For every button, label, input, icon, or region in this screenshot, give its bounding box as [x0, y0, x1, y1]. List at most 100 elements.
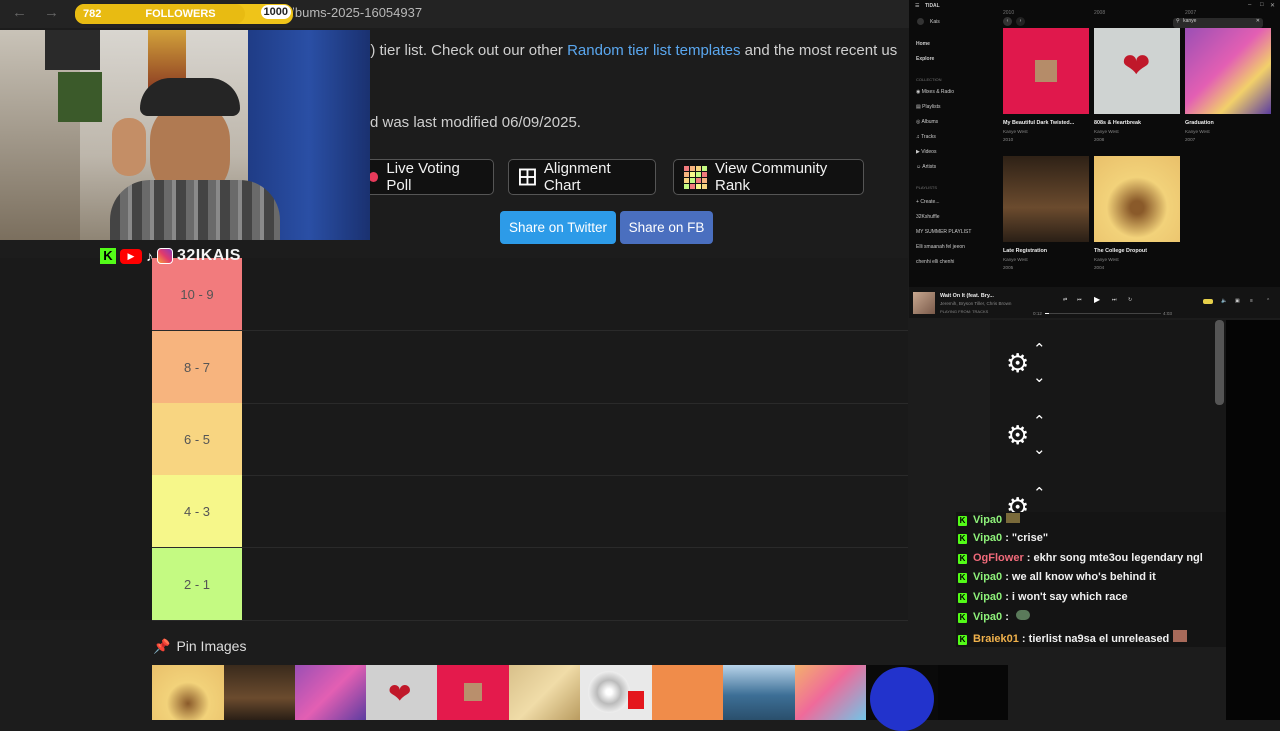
tidal-album-year: 2010 [1003, 137, 1014, 142]
album-thumb-808s[interactable]: ❤ [366, 665, 438, 720]
album-icon: ◎ [916, 119, 921, 125]
user-avatar[interactable] [917, 18, 924, 25]
scrollbar-thumb[interactable] [1215, 320, 1224, 405]
tidal-album-title[interactable]: 808s & Heartbreak [1094, 120, 1141, 126]
quality-badge[interactable] [1203, 299, 1213, 304]
window-close-icon[interactable]: ✕ [1270, 2, 1275, 9]
tidal-album-title[interactable]: My Beautiful Dark Twisted... [1003, 120, 1074, 126]
window-minimize-icon[interactable]: – [1248, 2, 1251, 8]
view-community-rank-button[interactable]: View Community Rank [673, 159, 864, 195]
repeat-icon[interactable]: ↻ [1128, 297, 1132, 303]
tidal-playlist[interactable]: MY SUMMER PLAYLIST [916, 229, 971, 235]
tidal-collection-videos[interactable]: ▶ Videos [916, 149, 936, 155]
devices-icon[interactable]: ▣ [1235, 298, 1240, 304]
tiktok-icon: ♪ [146, 248, 153, 264]
tidal-collection-artists[interactable]: ☺ Artists [916, 164, 936, 170]
tier-label[interactable]: 4 - 3 [152, 475, 242, 547]
tidal-album-artist[interactable]: Kanye West [1094, 129, 1119, 134]
album-thumb-late-registration[interactable] [224, 665, 296, 720]
tier-label[interactable]: 10 - 9 [152, 258, 242, 330]
back-arrow-icon[interactable]: ← [12, 4, 27, 21]
next-icon[interactable]: ⏭ [1112, 297, 1117, 303]
seek-bar[interactable] [1045, 313, 1161, 314]
tidal-menu-icon[interactable]: ☰ [915, 3, 919, 9]
tidal-back-icon[interactable]: ‹ [1003, 17, 1012, 26]
previous-icon[interactable]: ⏮ [1077, 297, 1082, 303]
tidal-album-title[interactable]: Graduation [1185, 120, 1214, 126]
window-maximize-icon[interactable]: □ [1260, 2, 1264, 8]
tidal-album-artist[interactable]: Kanye West [1094, 257, 1119, 262]
tidal-album-cover[interactable]: ❤ [1094, 28, 1180, 114]
album-thumb-ye[interactable] [723, 665, 795, 720]
tier-label[interactable]: 2 - 1 [152, 548, 242, 620]
tidal-album-artist[interactable]: Kanye West [1003, 257, 1028, 262]
tier-row[interactable]: 10 - 9 [152, 258, 908, 331]
album-thumb-yeezus[interactable] [580, 665, 652, 720]
emote-icon [1006, 513, 1021, 523]
play-icon[interactable]: ▶ [1094, 295, 1100, 304]
album-thumb-graduation[interactable] [295, 665, 367, 720]
live-voting-poll-button[interactable]: Live Voting Poll [352, 159, 494, 195]
album-thumb-mbdtf[interactable] [437, 665, 509, 720]
queue-icon[interactable]: ≡ [1250, 298, 1253, 304]
tidal-album-title[interactable]: The College Dropout [1094, 248, 1147, 254]
tier-row[interactable]: 4 - 3 [152, 475, 908, 548]
album-thumb-kids-see-ghosts[interactable] [795, 665, 867, 720]
move-up-chevron-icon[interactable]: ⌃ [1033, 340, 1046, 358]
tidal-album-title[interactable]: Late Registration [1003, 248, 1047, 254]
tier-label[interactable]: 8 - 7 [152, 331, 242, 403]
tidal-playlist[interactable]: chenhi elli chenhi [916, 259, 954, 265]
shuffle-icon[interactable]: ⇄ [1063, 297, 1067, 303]
album-thumb-tlop[interactable] [652, 665, 724, 720]
album-thumb-college-dropout[interactable] [152, 665, 224, 720]
random-templates-link[interactable]: Random tier list templates [567, 42, 740, 59]
tier-label[interactable]: 6 - 5 [152, 403, 242, 475]
now-playing-cover[interactable] [913, 292, 935, 314]
move-up-chevron-icon[interactable]: ⌃ [1033, 484, 1046, 502]
tidal-nav-home[interactable]: Home [916, 41, 930, 47]
tidal-album-cover[interactable] [1094, 156, 1180, 242]
forward-arrow-icon[interactable]: → [44, 4, 59, 21]
tidal-playlist[interactable]: Elli smaanah fel jeeon [916, 244, 965, 250]
search-clear-icon[interactable]: ✕ [1256, 18, 1260, 24]
tier-row[interactable]: 2 - 1 [152, 548, 908, 621]
tidal-album-cover[interactable] [1003, 156, 1089, 242]
kick-badge-icon: K [958, 554, 967, 564]
tidal-collection-albums[interactable]: ◎ Albums [916, 119, 938, 125]
now-playing-title[interactable]: Wait On It (feat. Bry... [940, 293, 994, 299]
tidal-search-input[interactable]: ⚲ kanye ✕ [1173, 18, 1263, 28]
tier-row[interactable]: 8 - 7 [152, 331, 908, 404]
tidal-playlist-create[interactable]: + Create... [916, 199, 940, 205]
move-down-chevron-icon[interactable]: ⌄ [1033, 368, 1046, 386]
move-down-chevron-icon[interactable]: ⌄ [1033, 440, 1046, 458]
tidal-album-artist[interactable]: Kanye West [1185, 129, 1210, 134]
tidal-collection-playlists[interactable]: ▤ Playlists [916, 104, 940, 110]
tidal-collection-tracks[interactable]: ♫ Tracks [916, 134, 936, 140]
alignment-chart-button[interactable]: Alignment Chart [508, 159, 656, 195]
tier-row[interactable]: 6 - 5 [152, 403, 908, 476]
album-thumb-donda[interactable] [938, 665, 1008, 720]
chat-text: : "crise" [1002, 532, 1049, 544]
move-up-chevron-icon[interactable]: ⌃ [1033, 412, 1046, 430]
intro-suffix: and the most recent us [740, 42, 898, 59]
settings-gear-icon[interactable]: ⚙ [1006, 348, 1029, 379]
share-twitter-button[interactable]: Share on Twitter [500, 211, 616, 244]
tidal-album-cover[interactable] [1003, 28, 1089, 114]
grid-icon [519, 168, 536, 186]
album-thumb-jesus-is-king[interactable] [866, 665, 938, 731]
tidal-nav-explore[interactable]: Explore [916, 56, 934, 62]
tidal-forward-icon[interactable]: › [1016, 17, 1025, 26]
tidal-playlist[interactable]: 32Kshuffle [916, 214, 940, 220]
album-thumb-watch-the-throne[interactable] [509, 665, 581, 720]
tidal-collection-mixes[interactable]: ◉ Mixes & Radio [916, 89, 954, 95]
expand-icon[interactable]: ⌃ [1266, 298, 1270, 304]
settings-gear-icon[interactable]: ⚙ [1006, 420, 1029, 451]
volume-icon[interactable]: 🔈 [1221, 298, 1227, 304]
pin-images[interactable]: 📌 Pin Images [153, 638, 246, 655]
tidal-album-cover[interactable] [1185, 28, 1271, 114]
now-playing-artists[interactable]: Jeremih, Bryson Tiller, Chris Brown [940, 301, 1011, 306]
tidal-album-artist[interactable]: Kanye West [1003, 129, 1028, 134]
share-fb-button[interactable]: Share on FB [620, 211, 713, 244]
playlist-icon: ▤ [916, 104, 921, 110]
instagram-icon [157, 248, 173, 264]
